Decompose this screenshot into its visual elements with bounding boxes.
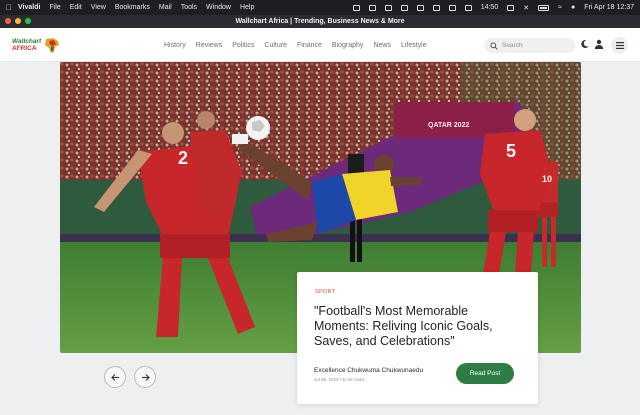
menu-edit[interactable]: Edit [70, 4, 82, 11]
slider-previous-button[interactable] [104, 366, 126, 388]
wifi-icon[interactable]: ≈ [558, 4, 562, 11]
search-input[interactable] [502, 42, 570, 49]
nav-link-reviews[interactable]: Reviews [196, 42, 222, 49]
player-number-left: 2 [178, 148, 188, 168]
arrow-left-icon [110, 373, 119, 381]
zoom-window-button[interactable] [25, 18, 31, 24]
menu-window[interactable]: Window [206, 4, 231, 11]
article-meta: Jul 09, 2023 • 5 min read [314, 377, 364, 382]
search-icon [490, 41, 498, 50]
window-controls [5, 18, 31, 24]
nav-link-lifestyle[interactable]: Lifestyle [401, 42, 427, 49]
stadium-board-text: QATAR 2022 [428, 122, 469, 129]
bluetooth-icon[interactable]: ✕ [523, 4, 529, 12]
hamburger-menu-button[interactable] [611, 37, 628, 54]
status-app-icon[interactable] [464, 4, 472, 11]
macos-menu-bar:  Vivaldi File Edit View Bookmarks Mail … [0, 0, 640, 15]
article-category[interactable]: SPORT [315, 289, 335, 295]
menu-app-name[interactable]: Vivaldi [18, 4, 40, 11]
player-number-right: 5 [506, 141, 516, 161]
status-app-icon[interactable] [384, 4, 392, 11]
nav-link-finance[interactable]: Finance [297, 42, 322, 49]
article-title[interactable]: "Football's Most Memorable Moments: Reli… [314, 304, 524, 349]
user-account-icon[interactable] [594, 39, 604, 49]
logo-text-line2: AFRICA [12, 45, 37, 52]
menu-file[interactable]: File [49, 4, 60, 11]
africa-map-icon [45, 38, 59, 53]
dark-mode-toggle-icon[interactable] [580, 39, 590, 49]
status-app-icon[interactable] [448, 4, 456, 11]
nav-link-culture[interactable]: Culture [264, 42, 287, 49]
hamburger-icon [615, 42, 624, 49]
battery-icon[interactable] [538, 4, 550, 11]
site-logo[interactable]: Wallchart AFRICA [12, 37, 62, 54]
apple-menu-icon[interactable]:  [0, 3, 18, 12]
minimize-window-button[interactable] [15, 18, 21, 24]
slider-next-button[interactable] [134, 366, 156, 388]
nav-link-biography[interactable]: Biography [332, 42, 364, 49]
clock-time[interactable]: 14:50 [481, 4, 499, 11]
menubar-status-area: 14:50 ✕ ≈ ● Fri Apr 18 12:37 [352, 0, 634, 15]
search-box[interactable] [484, 38, 575, 53]
menu-help[interactable]: Help [240, 4, 254, 11]
status-app-icon[interactable] [352, 4, 360, 11]
menubar-datetime[interactable]: Fri Apr 18 12:37 [584, 4, 634, 11]
read-post-button[interactable]: Read Post [456, 363, 514, 384]
nav-link-history[interactable]: History [164, 42, 186, 49]
close-window-button[interactable] [5, 18, 11, 24]
browser-title-bar: Wallchart Africa | Trending, Business Ne… [0, 15, 640, 28]
control-center-icon[interactable]: ● [571, 4, 575, 11]
menu-bookmarks[interactable]: Bookmarks [115, 4, 150, 11]
status-app-icon[interactable] [507, 4, 515, 11]
article-author[interactable]: Excellence Chukwuma Chukwunaedu [314, 367, 423, 374]
player-number-far-right: 10 [542, 174, 552, 184]
menu-tools[interactable]: Tools [181, 4, 197, 11]
nav-link-news[interactable]: News [373, 42, 391, 49]
window-title: Wallchart Africa | Trending, Business Ne… [235, 18, 405, 25]
arrow-right-icon [141, 373, 150, 381]
logo-text-line1: Wallchart [12, 38, 42, 45]
status-app-icon[interactable] [432, 4, 440, 11]
status-app-icon[interactable] [400, 4, 408, 11]
status-app-icon[interactable] [368, 4, 376, 11]
featured-article-card: SPORT "Football's Most Memorable Moments… [297, 272, 538, 404]
menu-view[interactable]: View [91, 4, 106, 11]
status-app-icon[interactable] [416, 4, 424, 11]
nav-link-politics[interactable]: Politics [232, 42, 254, 49]
main-nav: History Reviews Politics Culture Finance… [164, 28, 427, 62]
menu-mail[interactable]: Mail [159, 4, 172, 11]
site-header: Wallchart AFRICA History Reviews Politic… [0, 28, 640, 62]
